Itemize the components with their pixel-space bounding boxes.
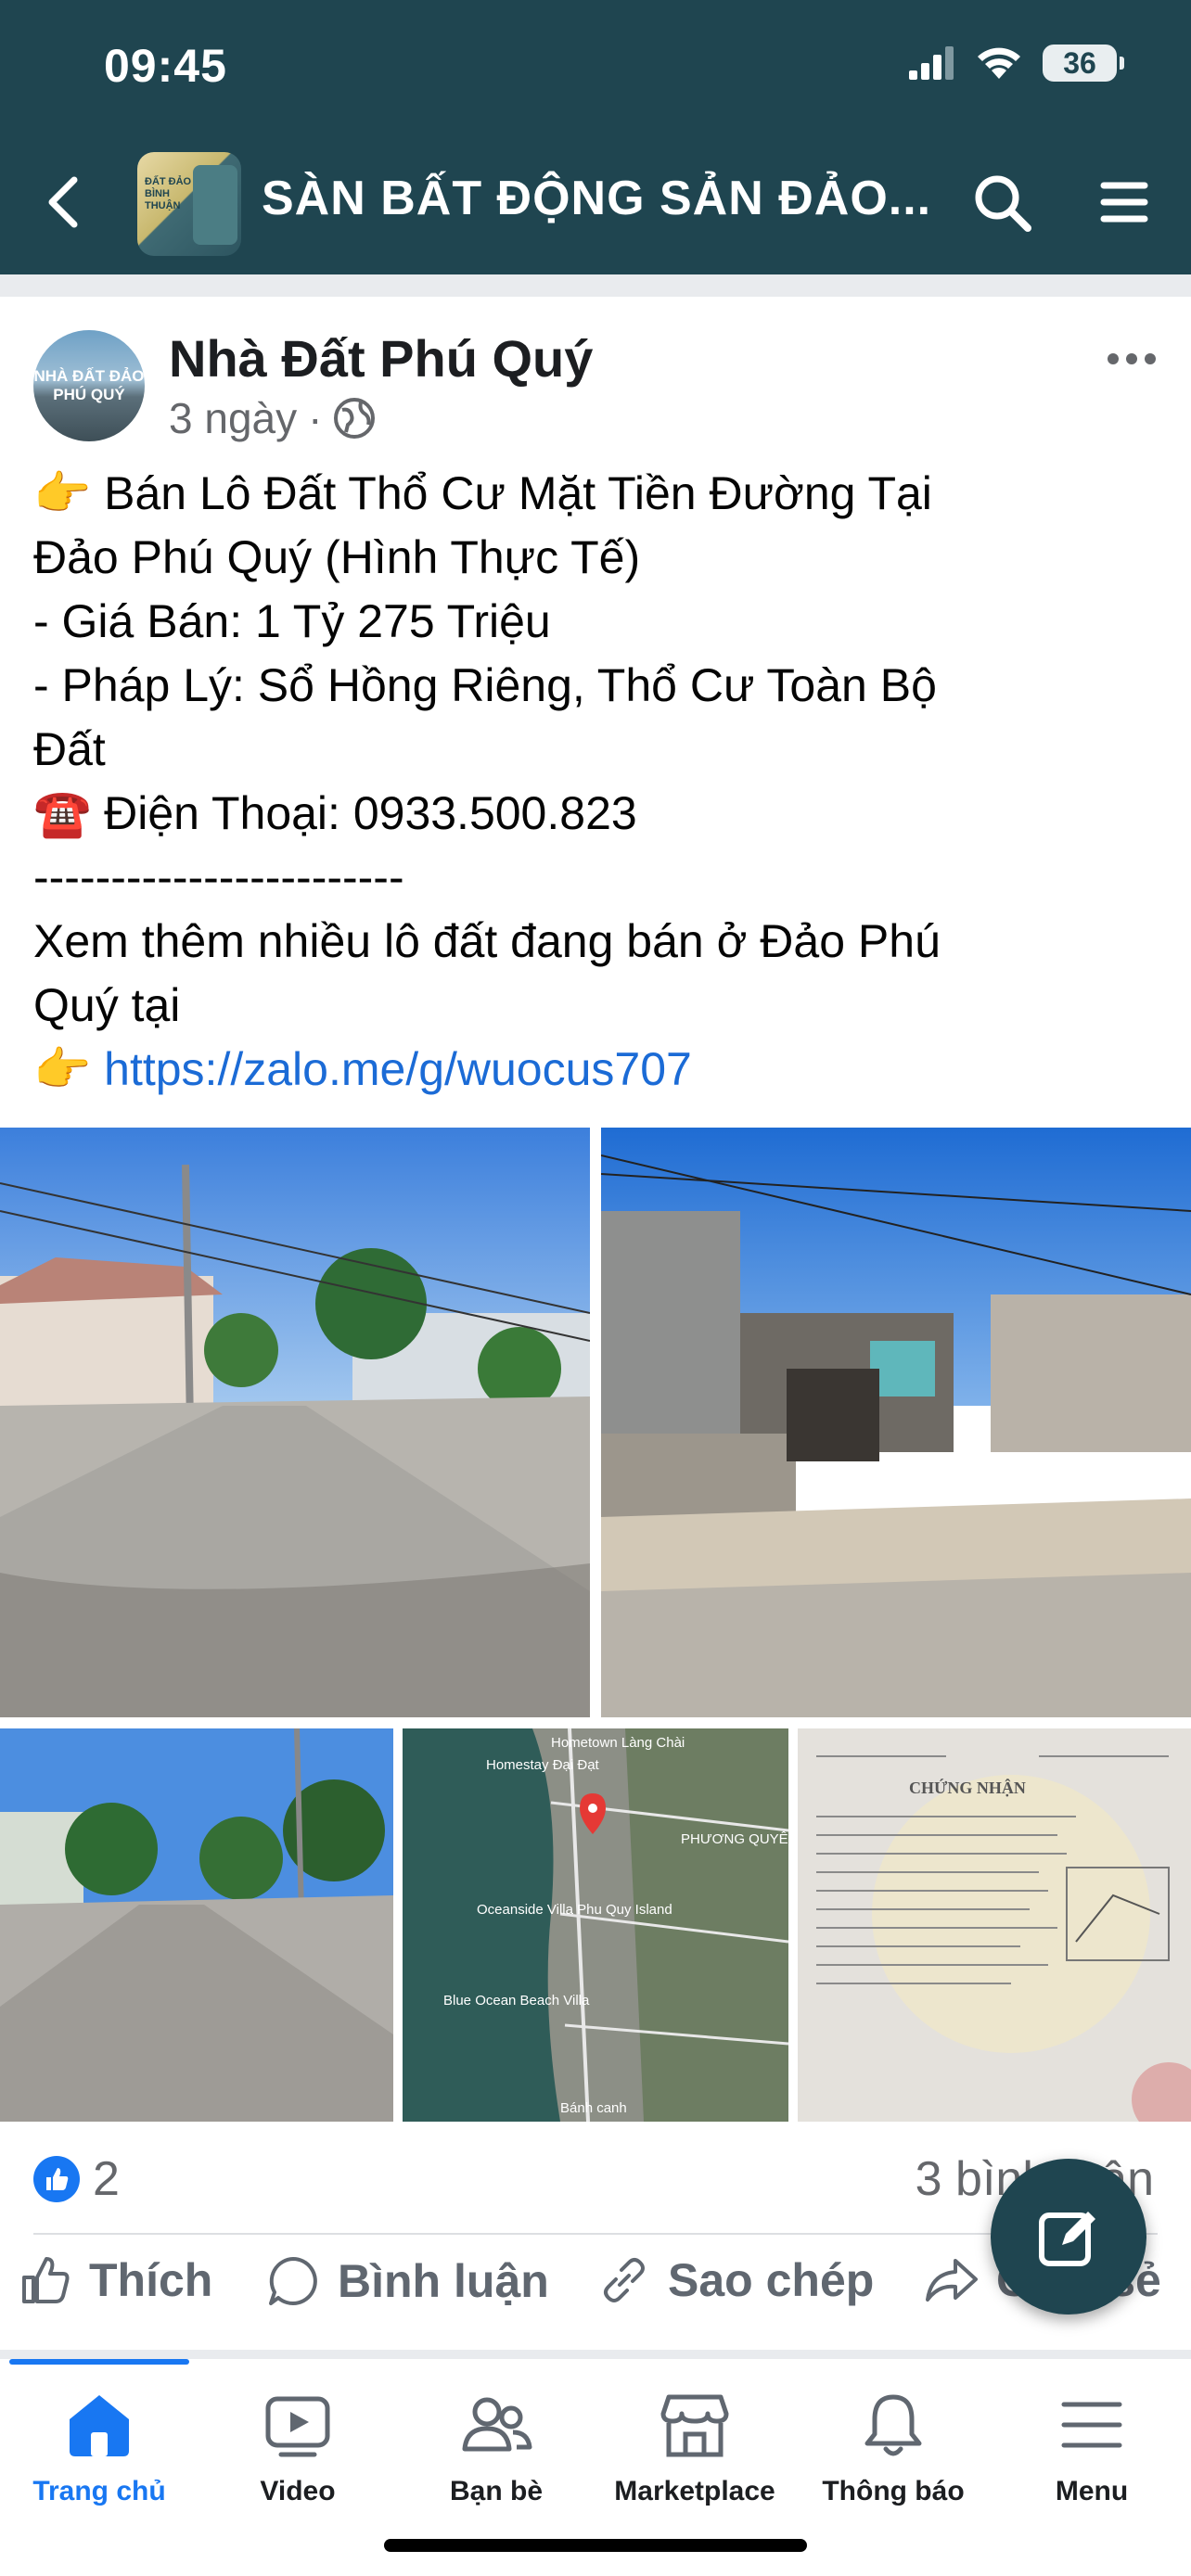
zalo-group-link[interactable]: https://zalo.me/g/wuocus707: [104, 1043, 692, 1095]
document-title: CHỨNG NHẬN: [909, 1778, 1026, 1797]
reaction-divider: [33, 2233, 1158, 2235]
map-label: Hometown Làng Chài: [551, 1735, 685, 1751]
reaction-summary[interactable]: 2: [33, 2151, 120, 2207]
map-label: Blue Ocean Beach Villa: [443, 1993, 590, 2009]
status-time: 09:45: [104, 40, 227, 92]
link-icon: [604, 2258, 645, 2302]
pointing-hand-emoji: 👉: [33, 1043, 105, 1095]
thumbs-up-icon: [22, 2257, 70, 2303]
nav-marketplace-label: Marketplace: [614, 2476, 775, 2506]
dot-separator: ·: [308, 394, 323, 442]
compose-post-button[interactable]: [991, 2159, 1146, 2315]
wifi-icon: [978, 47, 1020, 79]
nav-video[interactable]: Video: [198, 2385, 397, 2507]
like-button[interactable]: Thích: [19, 2253, 212, 2307]
group-avatar[interactable]: ĐẤT ĐẢO BÌNH THUẬN: [137, 152, 241, 256]
post-line: Đảo Phú Quý (Hình Thực Tế): [33, 531, 641, 583]
author-avatar-text: NHÀ ĐẤT ĐẢO PHÚ QUÝ: [33, 367, 145, 403]
home-icon: [70, 2395, 129, 2456]
compose-edit-icon: [1039, 2212, 1095, 2266]
marketplace-store-icon: [660, 2394, 729, 2457]
post-body: 👉 Bán Lô Đất Thổ Cư Mặt Tiền Đường Tại Đ…: [33, 462, 1165, 1102]
battery-indicator: 36: [1043, 45, 1124, 82]
comment-bubble-icon: [269, 2257, 317, 2305]
like-count: 2: [93, 2152, 120, 2206]
like-label: Thích: [89, 2254, 213, 2306]
menu-icon: [1061, 2402, 1122, 2448]
like-reaction-icon: [33, 2156, 80, 2202]
video-icon: [265, 2396, 330, 2457]
post-line: - Giá Bán: 1 Tỷ 275 Triệu: [33, 595, 551, 647]
post-line: ☎️ Điện Thoại: 0933.500.823: [33, 787, 637, 839]
nav-home-label: Trang chủ: [32, 2476, 166, 2506]
nav-marketplace[interactable]: Marketplace: [596, 2385, 794, 2507]
globe-icon: [334, 398, 376, 439]
post-line: ------------------------: [33, 851, 404, 903]
more-options-icon[interactable]: [1104, 345, 1159, 373]
nav-menu[interactable]: Menu: [992, 2385, 1191, 2507]
map-label: Bánh canh: [560, 2100, 627, 2116]
share-arrow-icon: [926, 2259, 978, 2302]
post-photo-road[interactable]: [0, 1728, 393, 2122]
nav-separator: [0, 2350, 1191, 2359]
search-icon[interactable]: [972, 172, 1033, 234]
comment-button[interactable]: Bình luận: [265, 2253, 549, 2309]
group-avatar-text: ĐẤT ĐẢO BÌNH THUẬN: [145, 176, 192, 211]
post-line: Xem thêm nhiều lô đất đang bán ở Đảo Phú: [33, 915, 941, 967]
nav-notifications[interactable]: Thông báo: [794, 2385, 992, 2507]
group-header: 09:45 36 ĐẤT ĐẢO BÌNH THUẬN SÀN BẤT ĐỘNG…: [0, 0, 1191, 274]
page-title[interactable]: SÀN BẤT ĐỘNG SẢN ĐẢO...: [262, 171, 931, 226]
map-label: Oceanside Villa Phu Quy Island: [477, 1902, 672, 1918]
nav-home[interactable]: Trang chủ: [0, 2385, 198, 2507]
back-icon[interactable]: [41, 172, 85, 232]
map-label: PHƯƠNG QUYÊN: [681, 1831, 788, 1847]
post-photo-street[interactable]: [0, 1128, 590, 1717]
hamburger-menu-icon[interactable]: [1100, 178, 1148, 226]
post-photo-map[interactable]: Homestay Đại Đạt Hometown Làng Chài PHƯƠ…: [403, 1728, 788, 2122]
nav-friends-label: Bạn bè: [449, 2476, 544, 2506]
post-time: 3 ngày: [169, 394, 298, 442]
bell-icon: [864, 2394, 922, 2456]
author-name[interactable]: Nhà Đất Phú Quý: [169, 328, 593, 389]
post-photo-lot[interactable]: [601, 1128, 1191, 1717]
post-line: 👉 Bán Lô Đất Thổ Cư Mặt Tiền Đường Tại: [33, 467, 932, 519]
post-line: - Pháp Lý: Sổ Hồng Riêng, Thổ Cư Toàn Bộ: [33, 659, 937, 711]
post-meta: 3 ngày ·: [169, 393, 376, 443]
copy-label: Sao chép: [668, 2254, 875, 2306]
nav-menu-label: Menu: [1055, 2476, 1129, 2506]
nav-friends[interactable]: Bạn bè: [397, 2385, 596, 2507]
home-indicator: [384, 2539, 807, 2552]
copy-button[interactable]: Sao chép: [597, 2253, 874, 2307]
cellular-signal-icon: [909, 46, 954, 80]
feed-separator: [0, 274, 1191, 297]
active-tab-indicator: [9, 2359, 189, 2365]
comment-label: Bình luận: [338, 2255, 549, 2307]
post-photo-land-certificate[interactable]: CHỨNG NHẬN: [798, 1728, 1191, 2122]
friends-icon: [462, 2397, 532, 2452]
status-icons: 36: [909, 45, 1124, 82]
map-label: Homestay Đại Đạt: [486, 1757, 600, 1773]
nav-video-label: Video: [260, 2476, 336, 2506]
post-line: Đất: [33, 723, 106, 775]
author-avatar[interactable]: NHÀ ĐẤT ĐẢO PHÚ QUÝ: [33, 330, 145, 441]
post-line: Quý tại: [33, 979, 181, 1031]
post-link-line: 👉 https://zalo.me/g/wuocus707: [33, 1038, 1165, 1102]
nav-notifications-label: Thông báo: [822, 2476, 965, 2506]
